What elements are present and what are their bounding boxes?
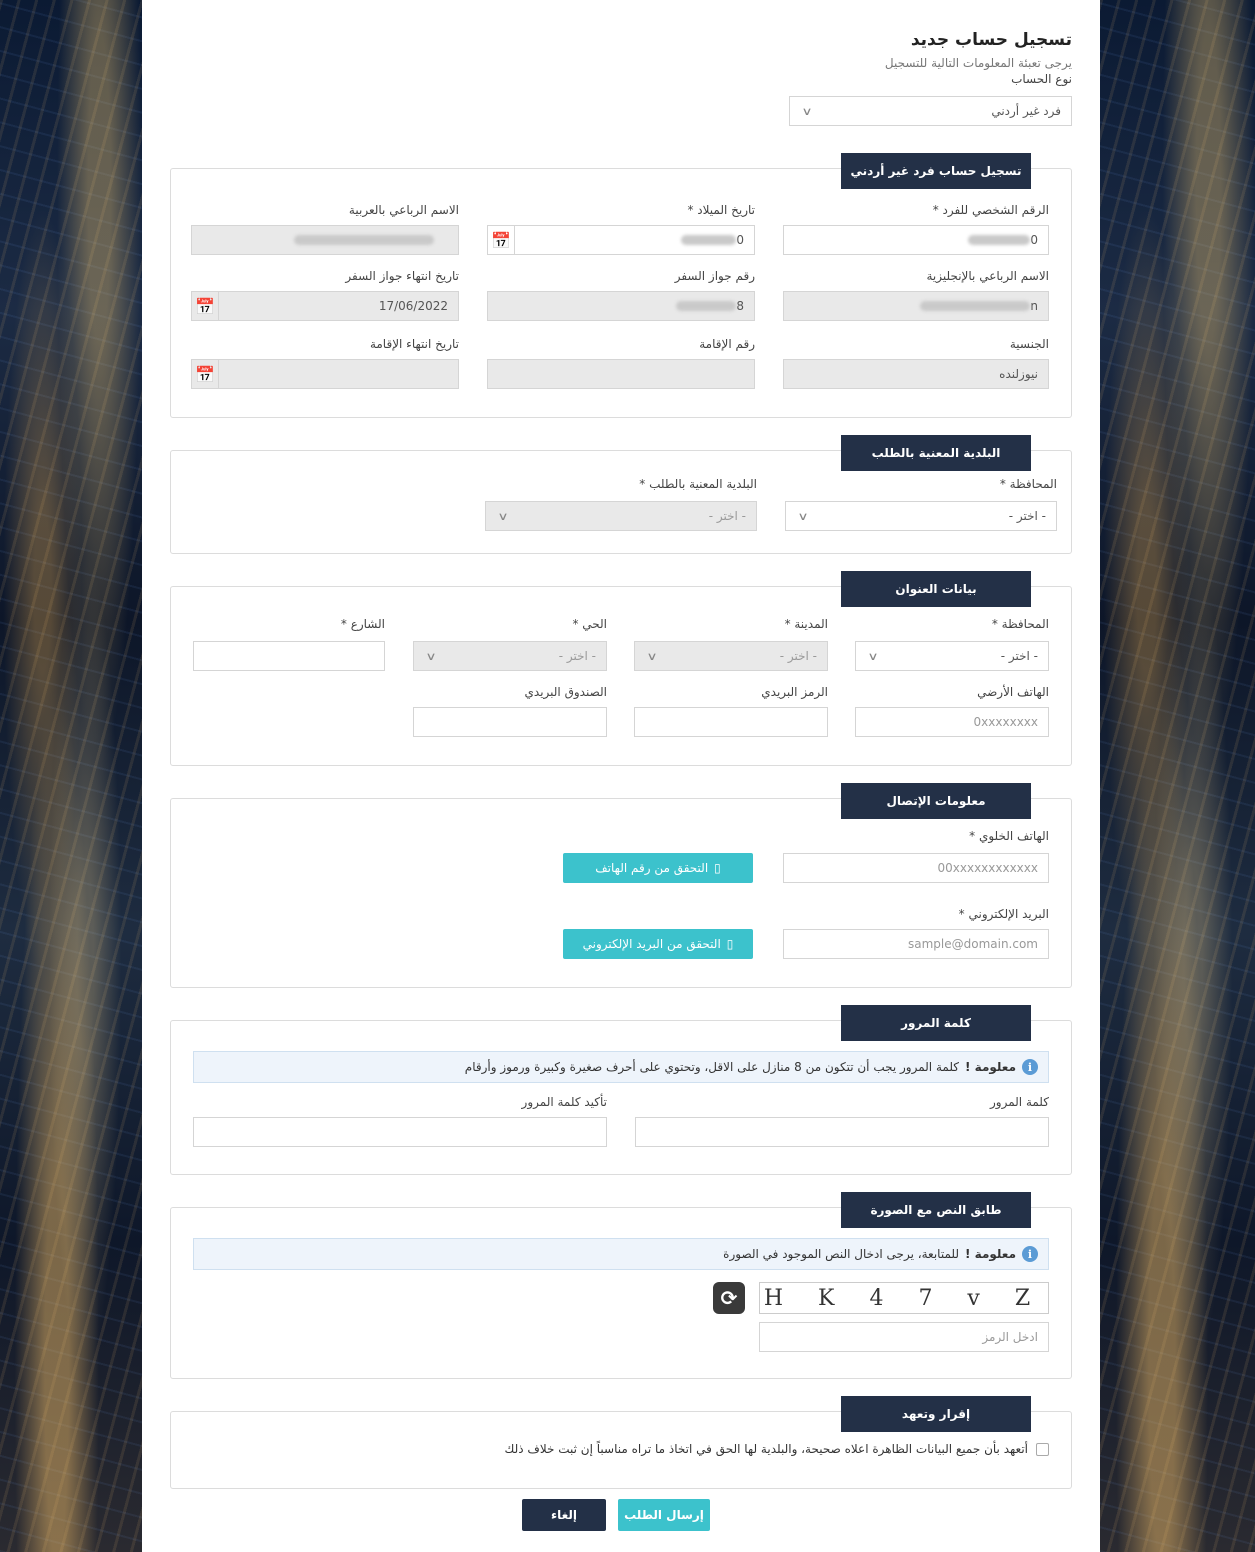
page-subtitle: يرجى تعبئة المعلومات التالية للتسجيل <box>884 56 1072 70</box>
municipality-tab: البلدية المعنية بالطلب <box>841 435 1031 471</box>
phone-icon: ▯ <box>714 861 721 875</box>
residence-expiry-input <box>219 359 459 389</box>
nationality-input: نيوزلنده <box>783 359 1049 389</box>
declaration-row: أتعهد بأن جميع البيانات الظاهرة اعلاه صح… <box>504 1442 1049 1456</box>
captcha-info-text: للمتابعة، يرجى ادخال النص الموجود في الص… <box>723 1247 960 1261</box>
password-info-box: i معلومة ! كلمة المرور يجب أن تتكون من 8… <box>193 1051 1049 1083</box>
password-info-text: كلمة المرور يجب أن تتكون من 8 منازل على … <box>464 1060 960 1074</box>
personal-id-label: الرقم الشخصي للفرد * <box>932 203 1049 217</box>
declaration-text: أتعهد بأن جميع البيانات الظاهرة اعلاه صح… <box>504 1442 1028 1456</box>
mobile-input[interactable]: 00xxxxxxxxxxxx <box>783 853 1049 883</box>
district-label: الحي * <box>572 617 607 631</box>
verify-phone-button[interactable]: ▯ التحقق من رقم الهاتف <box>563 853 753 883</box>
address-tab: بيانات العنوان <box>841 571 1031 607</box>
captcha-tab: طابق النص مع الصورة <box>841 1192 1031 1228</box>
postal-code-label: الرمز البريدي <box>761 685 828 699</box>
email-input[interactable]: sample@domain.com <box>783 929 1049 959</box>
declaration-checkbox[interactable] <box>1036 1442 1049 1456</box>
contact-tab: معلومات الإتصال <box>841 783 1031 819</box>
captcha-image: H K 4 7 v Z <box>759 1282 1049 1314</box>
residence-expiry-field: 📅 <box>191 359 459 389</box>
arabic-name-input <box>191 225 459 255</box>
passport-input: 8 <box>487 291 755 321</box>
confirm-password-label: تأكيد كلمة المرور <box>521 1095 607 1109</box>
account-type-label: نوع الحساب <box>1011 72 1072 86</box>
account-type-value: فرد غير أردني <box>991 104 1061 118</box>
captcha-input[interactable]: ادخل الرمز <box>759 1322 1049 1352</box>
info-icon: i <box>1022 1246 1038 1262</box>
city-label: المدينة * <box>784 617 828 631</box>
personal-info-section: تسجيل حساب فرد غير أردني الرقم الشخصي لل… <box>170 153 1072 418</box>
password-info-title: معلومة ! <box>965 1060 1016 1074</box>
personal-id-input[interactable]: 0 <box>783 225 1049 255</box>
municipality-select: - اختر - ∨ <box>485 501 757 531</box>
registration-page: تسجيل حساب جديد يرجى تعبئة المعلومات الت… <box>170 0 1072 1552</box>
english-name-label: الاسم الرباعي بالإنجليزية <box>926 269 1049 283</box>
municipality-governorate-label: المحافظة * <box>999 477 1057 491</box>
calendar-icon: 📅 <box>191 359 219 389</box>
street-label: الشارع * <box>340 617 385 631</box>
nationality-label: الجنسية <box>1009 337 1049 351</box>
dob-label: تاريخ الميلاد * <box>687 203 755 217</box>
dob-field[interactable]: 📅 0 <box>487 225 755 255</box>
cancel-button[interactable]: إلغاء <box>522 1499 606 1531</box>
passport-expiry-input: 17/06/2022 <box>219 291 459 321</box>
landline-label: الهاتف الأرضي <box>977 685 1049 699</box>
chevron-down-icon: ∨ <box>497 509 509 523</box>
password-label: كلمة المرور <box>989 1095 1049 1109</box>
municipality-governorate-select[interactable]: - اختر - ∨ <box>785 501 1057 531</box>
district-select: - اختر - ∨ <box>413 641 607 671</box>
chevron-down-icon: ∨ <box>797 509 809 523</box>
password-input[interactable] <box>635 1117 1049 1147</box>
po-box-input[interactable] <box>413 707 607 737</box>
residence-expiry-label: تاريخ انتهاء الإقامة <box>369 337 459 351</box>
chevron-down-icon: ∨ <box>646 649 658 663</box>
personal-info-tab: تسجيل حساب فرد غير أردني <box>841 153 1031 189</box>
mobile-label: الهاتف الخلوي * <box>969 829 1049 843</box>
dob-input[interactable]: 0 <box>515 225 755 255</box>
arabic-name-label: الاسم الرباعي بالعربية <box>348 203 459 217</box>
passport-expiry-field: 📅 17/06/2022 <box>191 291 459 321</box>
passport-label: رقم جواز السفر <box>674 269 755 283</box>
info-icon: i <box>1022 1059 1038 1075</box>
address-governorate-label: المحافظة * <box>991 617 1049 631</box>
email-icon: ▯ <box>726 937 734 951</box>
postal-code-input[interactable] <box>634 707 828 737</box>
page-title: تسجيل حساب جديد <box>910 30 1072 50</box>
city-background-left <box>0 0 142 1552</box>
street-input[interactable] <box>193 641 385 671</box>
declaration-section: إقرار وتعهد أتعهد بأن جميع البيانات الظا… <box>170 1396 1072 1489</box>
password-section: كلمة المرور i معلومة ! كلمة المرور يجب أ… <box>170 1005 1072 1175</box>
captcha-info-box: i معلومة ! للمتابعة، يرجى ادخال النص الم… <box>193 1238 1049 1270</box>
account-type-select[interactable]: فرد غير أردني ∨ <box>789 96 1072 126</box>
captcha-info-title: معلومة ! <box>965 1247 1016 1261</box>
chevron-down-icon: ∨ <box>867 649 879 663</box>
municipality-label: البلدية المعنية بالطلب * <box>639 477 757 491</box>
submit-button[interactable]: إرسال الطلب <box>618 1499 710 1531</box>
calendar-icon[interactable]: 📅 <box>487 225 515 255</box>
declaration-tab: إقرار وتعهد <box>841 1396 1031 1432</box>
city-select: - اختر - ∨ <box>634 641 828 671</box>
po-box-label: الصندوق البريدي <box>524 685 608 699</box>
address-governorate-select[interactable]: - اختر - ∨ <box>855 641 1049 671</box>
refresh-icon[interactable]: ⟳ <box>713 1282 745 1314</box>
chevron-down-icon: ∨ <box>801 104 813 118</box>
calendar-icon: 📅 <box>191 291 219 321</box>
verify-email-button[interactable]: ▯ التحقق من البريد الإلكتروني <box>563 929 753 959</box>
english-name-input: n <box>783 291 1049 321</box>
captcha-section: طابق النص مع الصورة i معلومة ! للمتابعة،… <box>170 1192 1072 1379</box>
city-background-right <box>1100 0 1255 1552</box>
residence-input <box>487 359 755 389</box>
contact-section: معلومات الإتصال الهاتف الخلوي * 00xxxxxx… <box>170 783 1072 988</box>
residence-label: رقم الإقامة <box>699 337 755 351</box>
address-section: بيانات العنوان المحافظة * - اختر - ∨ الم… <box>170 571 1072 766</box>
landline-input[interactable]: 0xxxxxxxx <box>855 707 1049 737</box>
email-label: البريد الإلكتروني * <box>958 907 1049 921</box>
municipality-section: البلدية المعنية بالطلب المحافظة * - اختر… <box>170 435 1072 554</box>
password-tab: كلمة المرور <box>841 1005 1031 1041</box>
passport-expiry-label: تاريخ انتهاء جواز السفر <box>345 269 459 283</box>
confirm-password-input[interactable] <box>193 1117 607 1147</box>
chevron-down-icon: ∨ <box>425 649 437 663</box>
